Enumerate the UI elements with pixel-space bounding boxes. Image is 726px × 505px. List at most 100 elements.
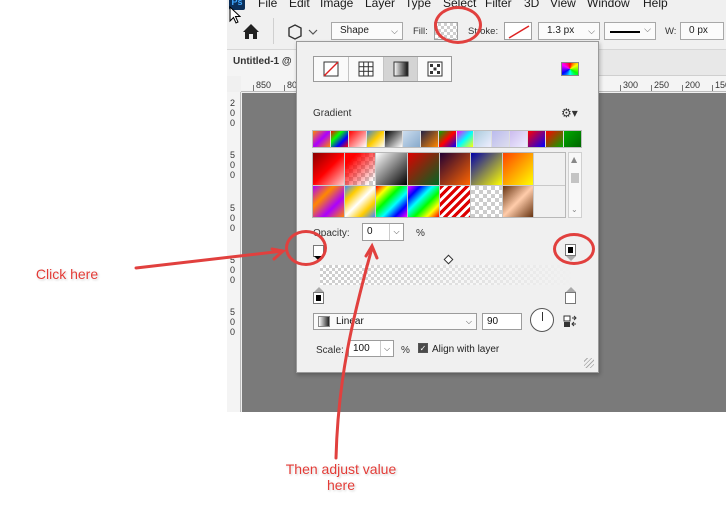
solid-color-button[interactable] xyxy=(349,57,384,81)
ruler-tick xyxy=(682,85,683,91)
pattern-button[interactable] xyxy=(418,57,452,81)
no-color-button[interactable] xyxy=(314,57,349,81)
pattern-icon xyxy=(427,61,443,77)
scale-field[interactable]: 100 ⌵ xyxy=(348,340,394,357)
align-with-layer-checkbox[interactable]: ✓ xyxy=(418,343,428,353)
recent-gradient-swatch[interactable] xyxy=(330,131,349,147)
menu-3d[interactable]: 3D xyxy=(524,0,539,10)
resize-grip-icon[interactable] xyxy=(584,358,594,368)
recent-gradient-swatch[interactable] xyxy=(420,131,439,147)
recent-gradient-swatch[interactable] xyxy=(510,131,529,147)
color-picker-icon[interactable] xyxy=(561,62,579,76)
menu-image[interactable]: Image xyxy=(320,0,353,10)
chevron-down-icon[interactable]: ⌵ xyxy=(380,341,393,356)
ruler-label: 0 xyxy=(230,118,236,128)
angle-dial-hand xyxy=(542,312,543,321)
recent-gradient-swatch[interactable] xyxy=(546,131,565,147)
ruler-label: 5 xyxy=(230,150,236,160)
polygon-tool-icon[interactable] xyxy=(285,22,321,42)
chevron-down-icon: ⌵ xyxy=(644,24,651,34)
opacity-midpoint[interactable] xyxy=(443,254,454,265)
presets-scrollbar[interactable]: ▲ ⌄ xyxy=(568,152,582,218)
gradient-preset[interactable] xyxy=(407,185,439,217)
gear-icon[interactable]: ⚙▾ xyxy=(561,106,578,120)
gradient-preset[interactable] xyxy=(313,153,344,185)
ruler-label: 0 xyxy=(230,213,236,223)
menu-edit[interactable]: Edit xyxy=(289,0,310,10)
ruler-tick xyxy=(284,85,285,91)
fill-type-group xyxy=(313,56,452,82)
color-stop-left[interactable] xyxy=(313,292,324,304)
chevron-down-icon[interactable]: ⌵ xyxy=(389,224,403,240)
opacity-field[interactable]: 0 ⌵ xyxy=(362,223,404,241)
stroke-width-field[interactable]: 1.3 px ⌵ xyxy=(538,22,600,40)
stroke-swatch[interactable] xyxy=(504,22,532,40)
fill-gradient-panel: Gradient ⚙▾ ▲ ⌄ Opacity: 0 ⌵ % Linear ⌵ … xyxy=(296,41,599,373)
gradient-preset[interactable] xyxy=(502,153,534,185)
angle-dial[interactable] xyxy=(530,308,554,332)
gradient-preset-empty xyxy=(534,153,565,185)
menu-window[interactable]: Window xyxy=(587,0,630,10)
mouse-cursor-icon xyxy=(229,6,241,24)
opacity-unit: % xyxy=(416,228,425,239)
menu-file[interactable]: File xyxy=(258,0,277,10)
menu-filter[interactable]: Filter xyxy=(485,0,512,10)
ruler-label: 5 xyxy=(230,203,236,213)
scale-label: Scale: xyxy=(316,345,344,356)
menu-help[interactable]: Help xyxy=(643,0,668,10)
color-stop-right[interactable] xyxy=(565,292,576,304)
document-tab[interactable]: Untitled-1 @ xyxy=(227,50,298,76)
reverse-gradient-icon[interactable] xyxy=(563,315,578,328)
left-stop-highlight-ellipse xyxy=(285,230,327,266)
menu-bar: Ps File Edit Image Layer Type Select Fil… xyxy=(227,0,726,12)
mode-select[interactable]: Shape ⌵ xyxy=(331,22,403,40)
ruler-label: 300 xyxy=(623,80,639,90)
gradient-preset[interactable] xyxy=(407,153,439,185)
gradient-preset[interactable] xyxy=(344,153,376,185)
gradient-preset[interactable] xyxy=(502,185,534,217)
stroke-type-select[interactable]: ⌵ xyxy=(604,22,656,40)
gradient-preset[interactable] xyxy=(344,185,376,217)
recent-gradient-swatch[interactable] xyxy=(564,131,582,147)
recent-gradient-swatch[interactable] xyxy=(348,131,367,147)
ruler-tick xyxy=(620,85,621,91)
recent-gradient-swatch[interactable] xyxy=(384,131,403,147)
menu-type[interactable]: Type xyxy=(405,0,431,10)
recent-gradient-swatch[interactable] xyxy=(456,131,475,147)
width-field[interactable]: 0 px xyxy=(680,22,724,40)
gradient-preset[interactable] xyxy=(471,153,502,185)
ruler-label: 0 xyxy=(230,160,236,170)
scale-value: 100 xyxy=(353,343,370,354)
right-stop-highlight-ellipse xyxy=(553,233,595,265)
recent-gradient-swatch[interactable] xyxy=(366,131,385,147)
ruler-label: 150 xyxy=(715,80,726,90)
fill-label: Fill: xyxy=(413,26,428,37)
angle-field[interactable]: 90 xyxy=(482,313,522,330)
mode-select-value: Shape xyxy=(340,25,369,36)
adjust-value-annotation: Then adjust value here xyxy=(285,461,397,493)
gradient-preset[interactable] xyxy=(439,185,471,217)
scrollbar-thumb[interactable] xyxy=(571,173,579,183)
menu-view[interactable]: View xyxy=(550,0,576,10)
home-icon[interactable] xyxy=(242,23,260,41)
scroll-up-icon[interactable]: ▲ xyxy=(571,155,577,164)
gradient-preset[interactable] xyxy=(439,153,471,185)
recent-gradient-swatch[interactable] xyxy=(402,131,421,147)
ruler-label: 0 xyxy=(230,327,236,337)
recent-gradient-swatch[interactable] xyxy=(474,131,493,147)
gradient-preset[interactable] xyxy=(376,153,407,185)
gradient-style-select[interactable]: Linear ⌵ xyxy=(313,313,477,330)
ruler-label: 0 xyxy=(230,223,236,233)
menu-layer[interactable]: Layer xyxy=(365,0,395,10)
gradient-button[interactable] xyxy=(383,57,419,81)
gradient-preview-bar[interactable] xyxy=(320,265,575,285)
gradient-preset[interactable] xyxy=(313,185,344,217)
recent-gradient-swatch[interactable] xyxy=(492,131,511,147)
recent-gradient-swatch[interactable] xyxy=(313,131,331,147)
gradient-preset[interactable] xyxy=(471,185,502,217)
recent-gradient-swatch[interactable] xyxy=(438,131,457,147)
scroll-down-icon[interactable]: ⌄ xyxy=(571,205,578,214)
ruler-label: 250 xyxy=(654,80,670,90)
recent-gradient-swatch[interactable] xyxy=(528,131,547,147)
gradient-preset[interactable] xyxy=(376,185,407,217)
